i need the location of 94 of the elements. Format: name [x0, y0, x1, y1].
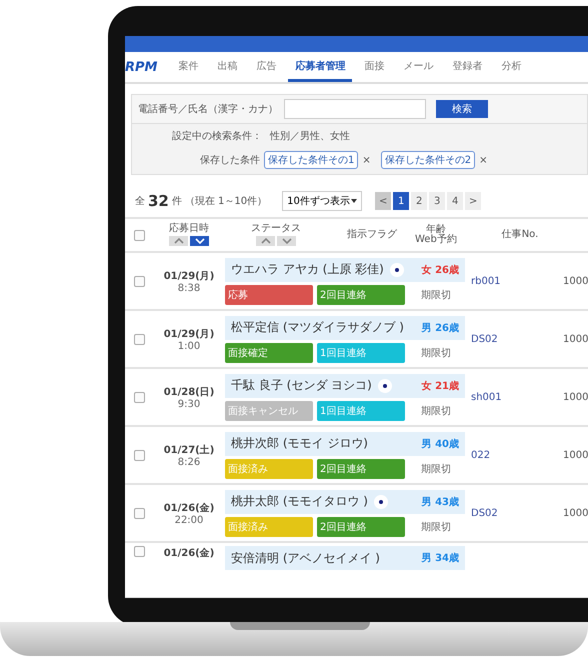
chevron-up-icon [260, 237, 272, 246]
applicant-name[interactable]: ウエハラ アヤカ (上原 彩佳) [231, 261, 384, 278]
gender-age: 男 34歳 [422, 552, 459, 565]
gender-age: 男 43歳 [422, 496, 459, 508]
applicant-name[interactable]: 桃井太郎 (モモイタロウ ) [231, 493, 368, 510]
column-header: 応募日時 [169, 224, 209, 234]
applicant-name[interactable]: 安倍清明 (アベノセイメイ ) [231, 550, 380, 566]
gender-age: 男 26歳 [422, 322, 459, 334]
select-all-checkbox[interactable] [134, 230, 144, 240]
table-cell-text: 1000 [562, 334, 588, 344]
job-number[interactable]: 022 [465, 450, 555, 460]
web-reservation: 期限切 [421, 462, 451, 476]
applied-time: 9:30 [178, 398, 200, 410]
saved-condition-chip[interactable]: 保存した条件その2 [380, 151, 476, 169]
nav-tab[interactable]: 登録者 [445, 52, 490, 82]
column-header: 指示フラグ [347, 230, 397, 240]
applied-time: 22:00 [174, 514, 204, 526]
nav-tab[interactable]: 出稿 [210, 52, 244, 82]
row-checkbox[interactable] [134, 276, 144, 286]
total-unit: 件 [172, 195, 182, 208]
previous-page-button[interactable]: < [375, 192, 392, 210]
job-number[interactable]: rb001 [465, 276, 555, 286]
column-header: 仕事No. [502, 230, 538, 240]
table-cell-text: 1000 [562, 508, 588, 518]
page-button[interactable]: 2 [411, 192, 428, 210]
page-button[interactable]: 1 [393, 192, 410, 210]
web-reservation: 期限切 [421, 346, 451, 360]
nav-tab[interactable]: 案件 [171, 52, 206, 82]
status-tag[interactable]: 面接確定 [225, 342, 313, 362]
web-reservation: 期限切 [421, 520, 451, 534]
next-page-button[interactable]: > [465, 192, 482, 210]
applied-date: 01/27(土) [164, 444, 214, 456]
nav-tab[interactable]: 面接 [357, 52, 392, 82]
total-prefix: 全 [135, 195, 145, 208]
page-button[interactable]: 4 [447, 192, 464, 210]
sort-button[interactable] [277, 236, 296, 246]
search-button[interactable]: 検索 [436, 100, 488, 118]
sort-button[interactable] [256, 236, 275, 246]
range-text: （現在 1～10件） [184, 195, 268, 208]
search-label: 電話番号／氏名（漢字・カナ） [138, 102, 278, 116]
status-tag[interactable]: 2回目連絡 [317, 458, 405, 478]
column-header: 年齢 Web予約 [415, 224, 457, 246]
applied-time: 1:00 [178, 340, 200, 352]
applied-time: 8:26 [178, 456, 200, 468]
nav-tab[interactable]: 広告 [249, 52, 284, 82]
caret-icon [351, 199, 358, 203]
applied-date: 01/26(金) [164, 502, 214, 514]
applied-date: 01/29(月) [164, 270, 214, 282]
chevron-down-icon [194, 237, 206, 246]
applied-time: 8:38 [178, 282, 200, 294]
job-number[interactable]: sh001 [465, 392, 555, 402]
job-number[interactable]: DS02 [465, 334, 555, 344]
per-page-select[interactable]: 10件ずつ表示 [282, 191, 362, 211]
row-checkbox[interactable] [134, 546, 144, 557]
app-logo: RPM [125, 60, 158, 74]
applied-date: 01/26(金) [164, 546, 214, 560]
nav-tab[interactable]: 分析 [494, 52, 528, 82]
gender-age: 男 40歳 [422, 438, 459, 450]
remove-icon[interactable]: × [362, 154, 371, 166]
applied-date: 01/28(日) [164, 386, 214, 398]
status-tag[interactable]: 応募 [225, 284, 313, 304]
status-tag[interactable]: 2回目連絡 [317, 516, 405, 536]
total-count: 32 [148, 192, 169, 210]
table-cell-text: 1000 [562, 392, 588, 402]
table-cell-text: 1000 [562, 276, 588, 286]
status-tag[interactable]: 2回目連絡 [317, 284, 405, 304]
row-checkbox[interactable] [134, 450, 144, 460]
web-reservation: 期限切 [421, 404, 451, 418]
row-checkbox[interactable] [134, 392, 144, 402]
nav-tab[interactable]: メール [396, 52, 440, 82]
table-cell-text: 1000 [562, 450, 588, 460]
job-number[interactable]: DS02 [465, 508, 555, 518]
applicant-name[interactable]: 松平定信 (マツダイラサダノブ ) [231, 319, 404, 336]
web-reservation: 期限切 [421, 288, 451, 302]
row-checkbox[interactable] [134, 334, 144, 344]
column-header: ステータス [251, 224, 301, 234]
conditions-value: 性別／男性、女性 [270, 130, 350, 143]
nav-tab[interactable]: 応募者管理 [288, 52, 352, 82]
chevron-down-icon [280, 237, 292, 246]
sort-button[interactable] [169, 236, 188, 246]
row-checkbox[interactable] [134, 508, 144, 518]
gender-age: 女 21歳 [422, 380, 459, 392]
remove-icon[interactable]: × [479, 154, 488, 166]
saved-conditions-label: 保存した条件 [200, 154, 260, 167]
applicant-name[interactable]: 桃井次郎 (モモイ ジロウ) [231, 435, 368, 452]
conditions-label: 設定中の検索条件： [172, 130, 262, 143]
gender-age: 女 26歳 [422, 264, 459, 276]
search-field[interactable] [284, 99, 426, 119]
saved-condition-chip[interactable]: 保存した条件その1 [264, 151, 358, 169]
page-button[interactable]: 3 [429, 192, 446, 210]
sort-button[interactable] [190, 236, 209, 246]
applied-date: 01/29(月) [164, 328, 214, 340]
applicant-name[interactable]: 千駄 良子 (センダ ヨシコ) [231, 377, 372, 394]
chevron-up-icon [172, 237, 184, 246]
